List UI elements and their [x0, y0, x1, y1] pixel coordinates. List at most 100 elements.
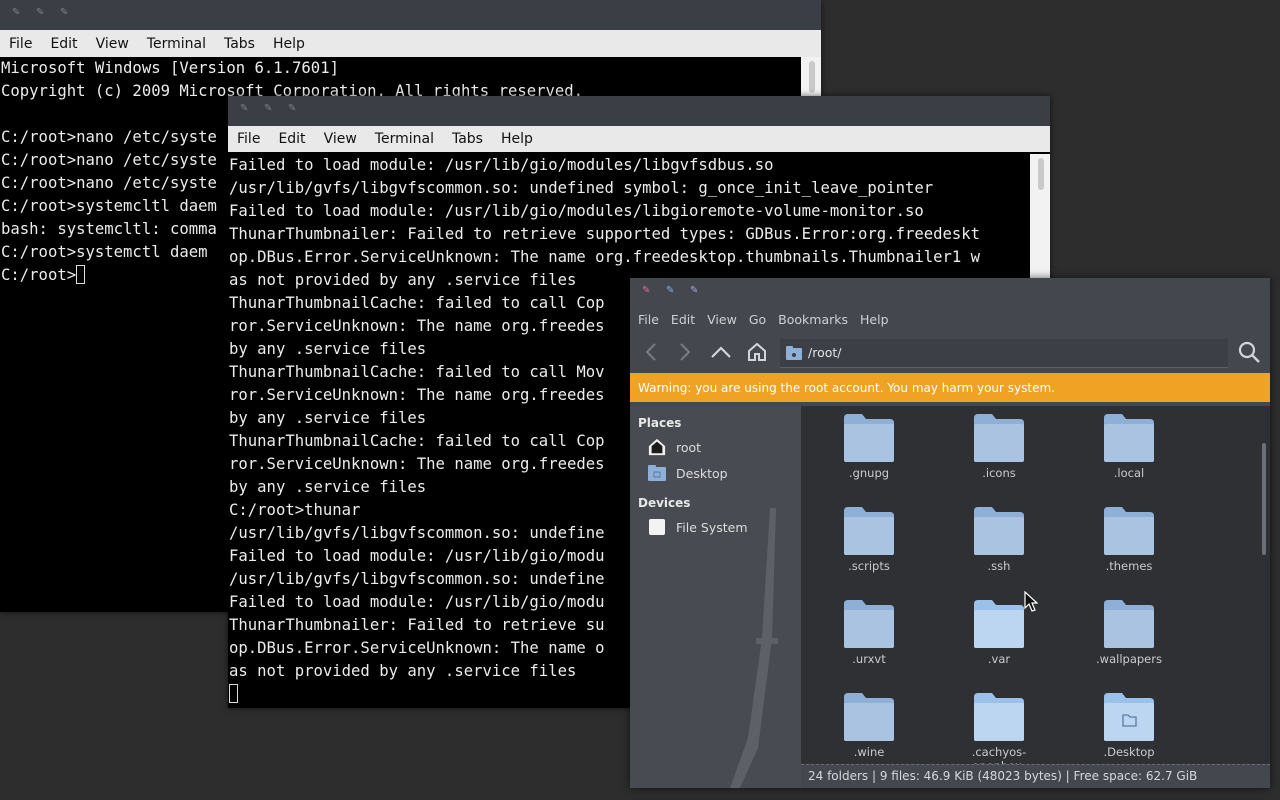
- terminal-line: ThunarThumbnailer: Failed to retrieve su…: [229, 225, 981, 243]
- warning-text: Warning: you are using the root account.…: [638, 380, 1055, 395]
- menu-help[interactable]: Help: [492, 131, 542, 147]
- file-view[interactable]: .gnupg .icons .local .scripts .ssh .them…: [801, 406, 1270, 764]
- folder-item[interactable]: .Desktop: [1079, 689, 1179, 764]
- menu-bookmarks[interactable]: Bookmarks: [772, 312, 854, 327]
- text-cursor: [76, 265, 86, 284]
- terminal-1-titlebar[interactable]: ✎ ✎ ✎: [0, 0, 821, 30]
- menu-edit[interactable]: Edit: [41, 36, 86, 52]
- folder-icon: [1104, 414, 1154, 462]
- close-icon[interactable]: ✎: [642, 286, 652, 296]
- folder-item[interactable]: .wallpapers: [1079, 596, 1179, 684]
- terminal-line: Microsoft Windows [Version 6.1.7601]: [1, 59, 339, 77]
- back-button[interactable]: [638, 339, 664, 365]
- folder-icon: [974, 414, 1024, 462]
- sidebar-item-root[interactable]: root: [630, 434, 801, 460]
- home-button[interactable]: [744, 339, 770, 365]
- menu-view[interactable]: View: [701, 312, 743, 327]
- folder-label: .ssh: [987, 559, 1011, 573]
- folder-item[interactable]: .local: [1079, 410, 1179, 498]
- terminal-line: op.DBus.Error.ServiceUnknown: The name o…: [229, 248, 981, 266]
- menu-help[interactable]: Help: [854, 312, 895, 327]
- maximize-icon[interactable]: ✎: [264, 104, 274, 114]
- search-icon: [1238, 341, 1260, 363]
- menu-go[interactable]: Go: [743, 312, 772, 327]
- menu-terminal[interactable]: Terminal: [138, 36, 215, 52]
- menu-file[interactable]: File: [228, 131, 269, 147]
- folder-label: .urxvt: [852, 652, 886, 666]
- file-manager-titlebar[interactable]: ✎ ✎ ✎: [630, 278, 1270, 306]
- menu-tabs[interactable]: Tabs: [443, 131, 492, 147]
- location-path: /root/: [808, 345, 842, 360]
- folder-item[interactable]: .scripts: [819, 503, 919, 591]
- menu-edit[interactable]: Edit: [665, 312, 701, 327]
- menu-tabs[interactable]: Tabs: [215, 36, 264, 52]
- folder-icon: [1104, 507, 1154, 555]
- menu-terminal[interactable]: Terminal: [366, 131, 443, 147]
- folder-item[interactable]: .wine: [819, 689, 919, 764]
- folder-label: .local: [1113, 466, 1145, 480]
- sidebar-item-label: root: [676, 439, 702, 455]
- terminal-1-menubar: File Edit View Terminal Tabs Help: [0, 30, 821, 57]
- sidebar: Places root Desktop Devices File System: [630, 406, 801, 788]
- desktop-folder-icon: [1104, 693, 1154, 741]
- menu-file[interactable]: File: [0, 36, 41, 52]
- places-header: Places: [638, 416, 682, 430]
- terminal-2-titlebar[interactable]: ✎ ✎ ✎: [228, 96, 1050, 126]
- terminal-line: /usr/lib/gvfs/libgvfscommon.so: undefine…: [229, 179, 934, 197]
- desktop-folder-icon: [648, 464, 666, 482]
- folder-label: .cachyos-openbox-: [971, 745, 1027, 764]
- folder-item[interactable]: .icons: [949, 410, 1049, 498]
- close-icon[interactable]: ✎: [12, 8, 22, 18]
- maximize-icon[interactable]: ✎: [666, 286, 676, 296]
- folder-label: .wallpapers: [1096, 652, 1162, 666]
- folder-item[interactable]: .urxvt: [819, 596, 919, 684]
- folder-label: .Desktop: [1103, 745, 1155, 759]
- minimize-icon[interactable]: ✎: [60, 8, 70, 18]
- sidebar-item-desktop[interactable]: Desktop: [630, 460, 801, 486]
- terminal-line: Failed to load module: /usr/lib/gio/modu…: [229, 202, 924, 220]
- terminal-2-menubar: File Edit View Terminal Tabs Help: [228, 126, 1050, 152]
- root-warning-banner: Warning: you are using the root account.…: [630, 373, 1270, 402]
- forward-button[interactable]: [672, 339, 698, 365]
- status-bar: 24 folders | 9 files: 46.9 KiB (48023 by…: [801, 764, 1270, 788]
- forward-arrow-icon: [680, 343, 691, 361]
- folder-item[interactable]: .ssh: [949, 503, 1049, 591]
- folder-icon: [1104, 600, 1154, 648]
- folder-item[interactable]: .cachyos-openbox-: [949, 689, 1049, 764]
- menu-edit[interactable]: Edit: [269, 131, 314, 147]
- menu-file[interactable]: File: [632, 312, 665, 327]
- file-view-scrollbar[interactable]: [1262, 443, 1266, 555]
- file-manager-menubar: File Edit View Go Bookmarks Help: [630, 306, 1270, 333]
- folder-icon: [974, 507, 1024, 555]
- menu-view[interactable]: View: [87, 36, 138, 52]
- menu-help[interactable]: Help: [264, 36, 314, 52]
- close-icon[interactable]: ✎: [240, 104, 250, 114]
- sidebar-item-label: Desktop: [676, 465, 728, 481]
- folder-label: .themes: [1105, 559, 1153, 573]
- folder-label: .gnupg: [848, 466, 890, 480]
- folder-label: .var: [987, 652, 1011, 666]
- search-button[interactable]: [1236, 339, 1262, 365]
- menu-view[interactable]: View: [315, 131, 366, 147]
- file-manager-toolbar: /root/: [630, 333, 1270, 373]
- file-manager-window: ✎ ✎ ✎ File Edit View Go Bookmarks Help /…: [630, 278, 1270, 788]
- folder-label: .scripts: [848, 559, 890, 573]
- folder-icon: [974, 600, 1024, 648]
- folder-label: .icons: [982, 466, 1016, 480]
- location-bar[interactable]: /root/: [780, 339, 1228, 368]
- folder-icon: [974, 693, 1024, 741]
- folder-label: .wine: [853, 745, 885, 759]
- folder-item[interactable]: .gnupg: [819, 410, 919, 498]
- up-button[interactable]: [708, 339, 734, 365]
- minimize-icon[interactable]: ✎: [690, 286, 700, 296]
- minimize-icon[interactable]: ✎: [288, 104, 298, 114]
- folder-item[interactable]: .themes: [1079, 503, 1179, 591]
- scrollbar-thumb[interactable]: [809, 61, 815, 93]
- back-arrow-icon: [645, 343, 656, 361]
- folder-home-icon: [786, 346, 802, 360]
- home-icon: [648, 438, 666, 456]
- scrollbar-thumb[interactable]: [1038, 158, 1044, 190]
- maximize-icon[interactable]: ✎: [36, 8, 46, 18]
- folder-icon: [844, 600, 894, 648]
- folder-icon: [844, 693, 894, 741]
